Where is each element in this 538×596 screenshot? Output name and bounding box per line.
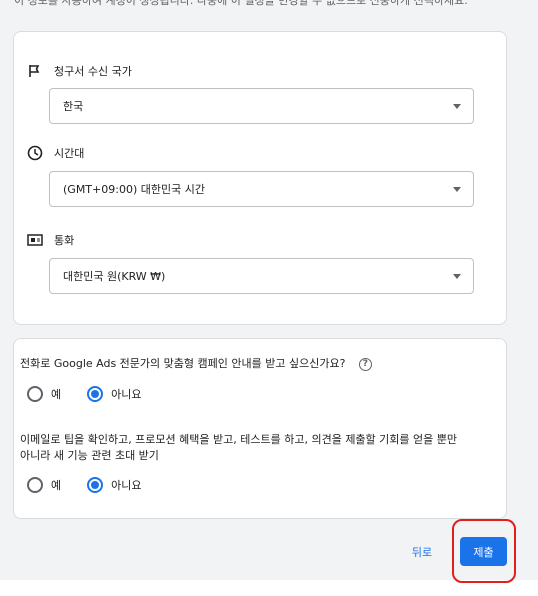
billing-country-label-row: 청구서 수신 국가 — [26, 62, 132, 80]
timezone-label-row: 시간대 — [26, 144, 84, 162]
phone-no-label: 아니요 — [111, 388, 142, 401]
email-yes-label: 예 — [51, 479, 62, 492]
phone-question: 전화로 Google Ads 전문가의 맞춤형 캠페인 안내를 받고 싶으신가요… — [20, 356, 372, 372]
dropdown-arrow-icon — [453, 274, 461, 279]
billing-country-value: 한국 — [63, 100, 84, 113]
currency-select[interactable]: 대한민국 원(KRW ₩) — [49, 258, 474, 294]
dropdown-arrow-icon — [453, 187, 461, 192]
phone-radio-group: 예 아니요 — [27, 386, 168, 402]
back-button[interactable]: 뒤로 — [403, 543, 441, 563]
billing-country-label: 청구서 수신 국가 — [54, 65, 132, 78]
currency-label-row: 통화 — [26, 231, 74, 249]
timezone-value: (GMT+09:00) 대한민국 시간 — [63, 183, 205, 196]
email-radio-group: 예 아니요 — [27, 477, 168, 493]
highlight-annotation — [452, 519, 516, 583]
phone-no-option[interactable]: 아니요 — [87, 386, 142, 402]
timezone-select[interactable]: (GMT+09:00) 대한민국 시간 — [49, 171, 474, 207]
flag-icon — [26, 62, 44, 80]
email-no-option[interactable]: 아니요 — [87, 477, 142, 493]
phone-yes-label: 예 — [51, 388, 62, 401]
intro-text: 이 정보를 사용하여 계정이 생성됩니다. 나중에 이 설정을 변경할 수 없으… — [14, 0, 468, 7]
help-icon[interactable]: ? — [358, 357, 372, 371]
email-no-label: 아니요 — [111, 479, 142, 492]
phone-yes-option[interactable]: 예 — [27, 386, 61, 402]
phone-yes-radio[interactable] — [27, 386, 43, 402]
email-yes-radio[interactable] — [27, 477, 43, 493]
email-question: 이메일로 팁을 확인하고, 프로모션 혜택을 받고, 테스트를 하고, 의견을 … — [20, 432, 457, 464]
email-no-radio[interactable] — [87, 477, 104, 493]
phone-no-radio[interactable] — [87, 386, 104, 402]
dropdown-arrow-icon — [453, 104, 461, 109]
email-question-line1: 이메일로 팁을 확인하고, 프로모션 혜택을 받고, 테스트를 하고, 의견을 … — [20, 433, 458, 446]
currency-value: 대한민국 원(KRW ₩) — [63, 270, 166, 283]
clock-icon — [26, 144, 44, 162]
currency-icon — [26, 231, 44, 249]
email-question-line2: 아니라 새 기능 관련 초대 받기 — [20, 449, 159, 462]
email-yes-option[interactable]: 예 — [27, 477, 61, 493]
phone-question-text: 전화로 Google Ads 전문가의 맞춤형 캠페인 안내를 받고 싶으신가요… — [20, 357, 346, 370]
currency-label: 통화 — [54, 234, 75, 247]
timezone-label: 시간대 — [54, 147, 85, 160]
billing-country-select[interactable]: 한국 — [49, 88, 474, 124]
